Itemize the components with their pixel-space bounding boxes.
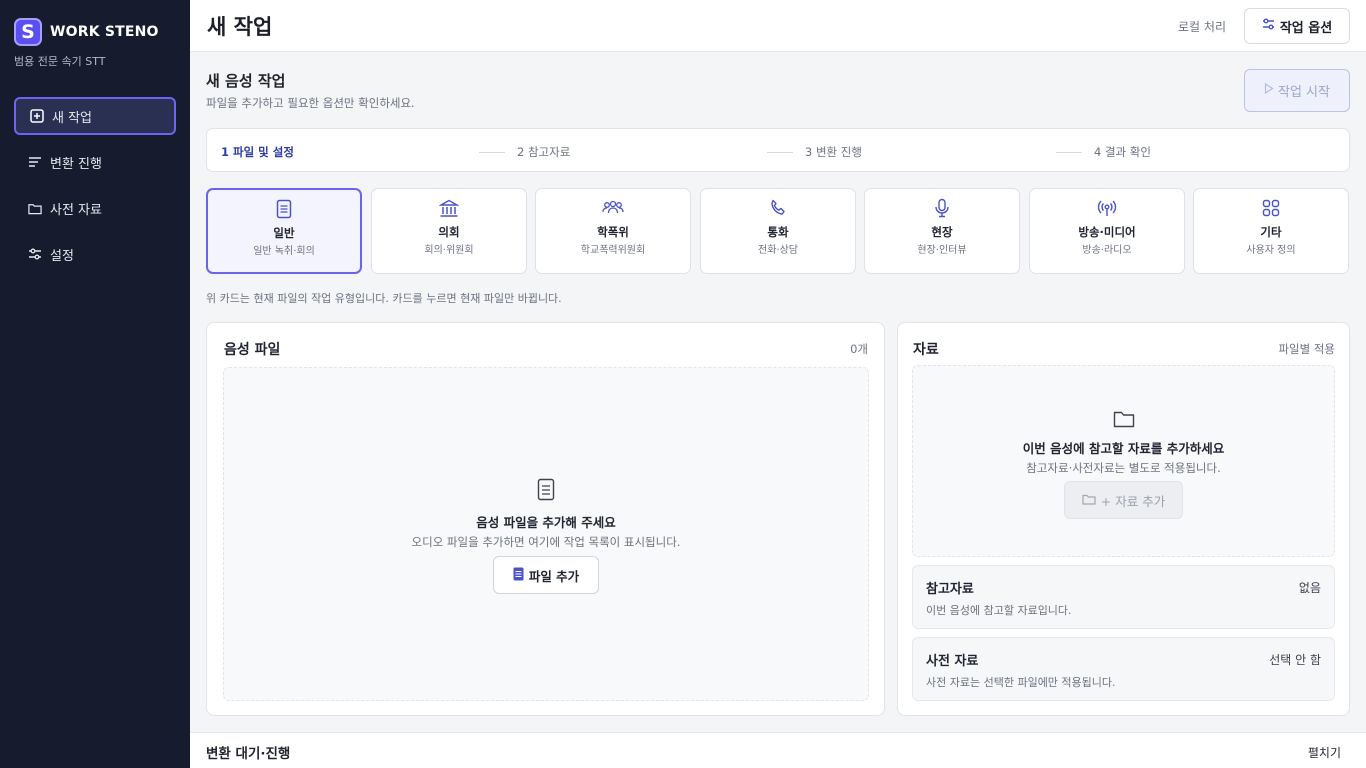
step-divider	[1056, 151, 1082, 153]
step-indicator: 1 파일 및 설정 2 참고자료 3 변환 진행 4 결과 확인	[206, 128, 1350, 172]
brand-subtitle: 범용 전문 속기 STT	[14, 55, 106, 68]
header: 새 작업 로컬 처리 작업 옵션	[190, 0, 1366, 52]
add-material-button[interactable]: + 자료 추가	[1064, 481, 1183, 519]
brand-name: WORK STENO	[50, 24, 159, 40]
audio-file-panel: 음성 파일 0개 음성 파일을 추가해 주세요 오디오 파일을 추가하면 여기에…	[206, 322, 885, 716]
reference-subtitle: 이번 음성에 참고할 자료입니다.	[926, 604, 1072, 617]
reference-material-row[interactable]: 참고자료 없음 이번 음성에 참고할 자료입니다.	[912, 565, 1335, 629]
sidebar-item-label: 변환 진행	[50, 156, 102, 172]
folder-icon	[1082, 493, 1096, 508]
reference-title: 참고자료	[926, 582, 974, 597]
audio-panel-title: 음성 파일	[224, 342, 281, 358]
document-icon	[208, 198, 360, 220]
card-subtitle: 방송·라디오	[1082, 245, 1132, 256]
brand-logo: S	[14, 18, 42, 46]
brand: S WORK STENO	[14, 18, 159, 46]
card-subtitle: 회의·위원회	[424, 245, 474, 256]
step-reference: 2 참고자료	[479, 144, 570, 160]
local-processing-label: 로컬 처리	[1178, 20, 1226, 34]
step-divider	[767, 151, 793, 153]
materials-apply-mode: 파일별 적용	[1278, 342, 1335, 356]
dictionary-material-row[interactable]: 사전 자료 선택 안 함 사전 자료는 선택한 파일에만 적용됩니다.	[912, 637, 1335, 701]
expand-button[interactable]: 펼치기	[1308, 744, 1341, 761]
folder-icon	[28, 201, 42, 215]
reference-value: 없음	[1298, 581, 1321, 595]
main-content: 새 음성 작업 파일을 추가하고 필요한 옵션만 확인하세요. 작업 시작 1 …	[190, 52, 1366, 768]
materials-panel: 자료 파일별 적용 이번 음성에 참고할 자료를 추가하세요 참고자료·사전자료…	[897, 322, 1350, 716]
card-subtitle: 일반 녹취·회의	[253, 246, 315, 257]
card-note: 위 카드는 현재 파일의 작업 유형입니다. 카드를 누르면 현재 파일만 바뀝…	[206, 292, 562, 305]
sidebar-item-label: 설정	[50, 248, 74, 264]
job-type-card-other[interactable]: 기타 사용자 정의	[1193, 188, 1349, 274]
document-icon	[224, 478, 868, 501]
job-type-card-general[interactable]: 일반 일반 녹취·회의	[206, 188, 362, 274]
job-type-cards: 일반 일반 녹취·회의 의회 회의·위원회 학폭위 학교폭력위원회 통화 전화·…	[206, 188, 1350, 274]
job-title: 새 음성 작업	[206, 72, 286, 90]
start-job-label: 작업 시작	[1278, 85, 1330, 100]
step-files-settings: 1 파일 및 설정	[221, 145, 294, 159]
dictionary-title: 사전 자료	[926, 654, 979, 669]
dictionary-value: 선택 안 함	[1269, 653, 1321, 667]
add-material-label: + 자료 추가	[1100, 493, 1166, 509]
add-file-label: 파일 추가	[528, 568, 580, 584]
card-subtitle: 사용자 정의	[1246, 245, 1296, 256]
job-type-card-school-violence[interactable]: 학폭위 학교폭력위원회	[535, 188, 691, 274]
materials-empty-subtitle: 참고자료·사전자료는 별도로 적용됩니다.	[1026, 461, 1221, 475]
phone-icon	[701, 197, 855, 219]
start-job-button[interactable]: 작업 시작	[1244, 69, 1350, 112]
step-result: 4 결과 확인	[1056, 144, 1151, 160]
card-subtitle: 학교폭력위원회	[580, 245, 646, 256]
sidebar-item-settings[interactable]: 설정	[14, 235, 176, 273]
audio-empty-title: 음성 파일을 추가해 주세요	[476, 515, 616, 530]
job-type-card-council[interactable]: 의회 회의·위원회	[371, 188, 527, 274]
audio-empty-subtitle: 오디오 파일을 추가하면 여기에 작업 목록이 표시됩니다.	[411, 535, 681, 549]
sidebar-item-label: 사전 자료	[50, 202, 102, 218]
file-icon	[513, 567, 524, 584]
card-subtitle: 현장·인터뷰	[917, 245, 967, 256]
page-title: 새 작업	[207, 15, 273, 39]
job-type-card-broadcast[interactable]: 방송·미디어 방송·라디오	[1029, 188, 1185, 274]
sidebar-item-new-job[interactable]: 새 작업	[14, 97, 176, 135]
card-title: 통화	[767, 225, 789, 239]
job-options-button[interactable]: 작업 옵션	[1244, 8, 1350, 44]
card-title: 의회	[438, 225, 460, 239]
dictionary-subtitle: 사전 자료는 선택한 파일에만 적용됩니다.	[926, 676, 1116, 689]
sliders-icon	[28, 247, 42, 261]
step-conversion: 3 변환 진행	[767, 144, 862, 160]
sliders-icon	[1262, 18, 1275, 34]
grid-icon	[1194, 197, 1348, 219]
step-divider	[479, 151, 505, 153]
job-options-label: 작업 옵션	[1279, 20, 1333, 36]
add-file-button[interactable]: 파일 추가	[493, 556, 599, 594]
card-title: 현장	[931, 225, 953, 239]
job-subtitle: 파일을 추가하고 필요한 옵션만 확인하세요.	[206, 96, 415, 110]
card-title: 일반	[273, 226, 295, 240]
materials-dropzone[interactable]: 이번 음성에 참고할 자료를 추가하세요 참고자료·사전자료는 별도로 적용됩니…	[912, 365, 1335, 557]
sidebar-nav: 새 작업 변환 진행 사전 자료 설정	[14, 97, 176, 281]
sidebar-item-dictionary[interactable]: 사전 자료	[14, 189, 176, 227]
plus-square-icon	[30, 109, 44, 123]
audio-dropzone[interactable]: 음성 파일을 추가해 주세요 오디오 파일을 추가하면 여기에 작업 목록이 표…	[223, 367, 869, 701]
building-icon	[372, 197, 526, 219]
job-type-card-field[interactable]: 현장 현장·인터뷰	[864, 188, 1020, 274]
sidebar-item-label: 새 작업	[52, 110, 93, 126]
conversion-queue-title: 변환 대기·진행	[206, 746, 291, 762]
card-title: 기타	[1260, 225, 1282, 239]
card-subtitle: 전화·상담	[758, 245, 798, 256]
audio-file-count: 0개	[850, 342, 868, 356]
sidebar-item-progress[interactable]: 변환 진행	[14, 143, 176, 181]
materials-empty-title: 이번 음성에 참고할 자료를 추가하세요	[1022, 441, 1225, 456]
microphone-icon	[865, 197, 1019, 219]
materials-panel-title: 자료	[913, 342, 939, 358]
job-type-card-call[interactable]: 통화 전화·상담	[700, 188, 856, 274]
folder-icon	[913, 410, 1334, 428]
card-title: 학폭위	[597, 225, 629, 239]
sidebar: S WORK STENO 범용 전문 속기 STT 새 작업 변환 진행 사전 …	[0, 0, 190, 768]
conversion-queue-bar: 변환 대기·진행 펼치기	[190, 732, 1366, 768]
play-icon	[1264, 82, 1274, 98]
group-icon	[536, 197, 690, 219]
broadcast-icon	[1030, 197, 1184, 219]
lines-icon	[28, 155, 42, 169]
card-title: 방송·미디어	[1078, 225, 1136, 239]
